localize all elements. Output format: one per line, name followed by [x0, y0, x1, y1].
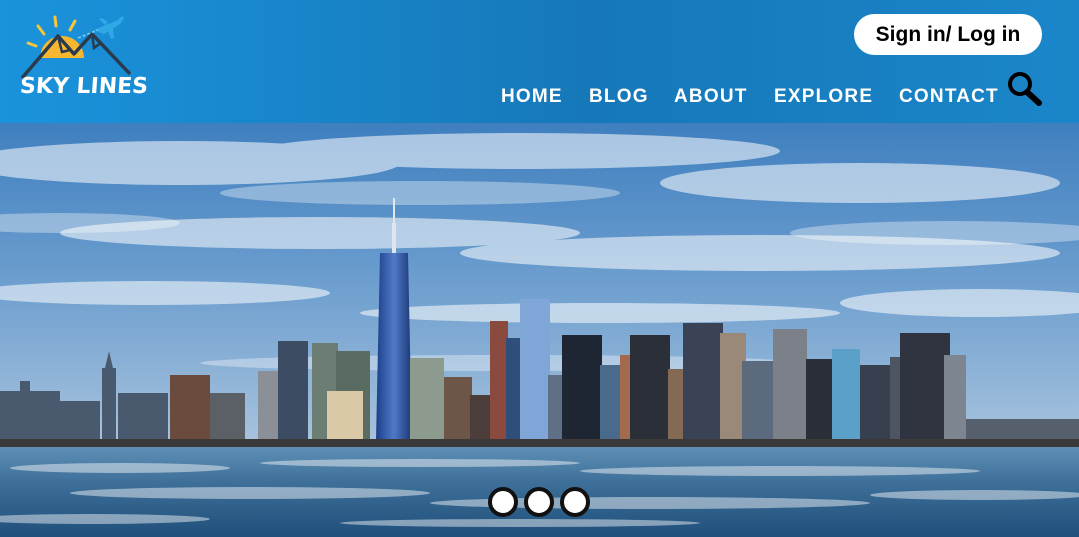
sign-in-button[interactable]: Sign in/ Log in	[854, 14, 1042, 55]
city-skyline-image	[0, 123, 1079, 537]
nav-about[interactable]: ABOUT	[674, 86, 748, 108]
search-icon	[1008, 72, 1042, 106]
nav-explore[interactable]: EXPLORE	[774, 86, 873, 108]
logo[interactable]: SKY LINES	[18, 12, 149, 107]
nav-home[interactable]: HOME	[501, 86, 563, 108]
carousel-dots	[488, 487, 592, 517]
logo-text: SKY LINES	[19, 74, 149, 99]
carousel-dot-1[interactable]	[488, 487, 518, 517]
search-button[interactable]	[1006, 71, 1046, 109]
nav-contact[interactable]: CONTACT	[899, 86, 999, 108]
nav-blog[interactable]: BLOG	[589, 86, 649, 108]
site-header: SKY LINES Sign in/ Log in HOME BLOG ABOU…	[0, 0, 1079, 123]
carousel-dot-3[interactable]	[560, 487, 590, 517]
sun-mountains-plane-logo-icon	[20, 15, 132, 80]
hero-banner	[0, 123, 1079, 537]
carousel-dot-2[interactable]	[524, 487, 554, 517]
